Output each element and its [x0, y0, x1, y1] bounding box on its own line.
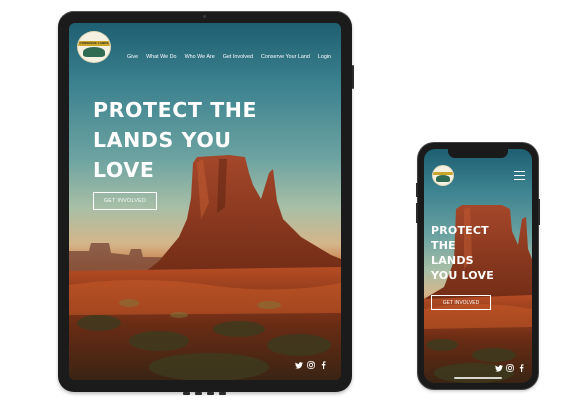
organization-logo[interactable]: [432, 165, 454, 186]
get-involved-button[interactable]: GET INVOLVED: [93, 192, 157, 210]
tablet-screen: CONSERVE LANDS Give What We Do Who We Ar…: [69, 23, 341, 380]
nav-conserve-your-land[interactable]: Conserve Your Land: [261, 54, 310, 60]
hero-line: LOVE: [93, 158, 155, 182]
phone-notch: [448, 149, 508, 158]
hero-line: PROTECT THE: [93, 98, 258, 122]
hero-line: LANDS: [431, 254, 474, 267]
facebook-icon[interactable]: [319, 361, 327, 369]
phone-frame: PROTECT THE LANDS YOU LOVE GET INVOLVED: [416, 143, 540, 389]
twitter-icon[interactable]: [495, 364, 503, 372]
tablet-frame: CONSERVE LANDS Give What We Do Who We Ar…: [58, 11, 354, 395]
hero-line: YOU LOVE: [431, 269, 494, 282]
hero-line: THE: [431, 239, 456, 252]
hero-line: LANDS YOU: [93, 128, 232, 152]
hero-headline: PROTECT THE LANDS YOU LOVE: [431, 223, 531, 283]
nav-what-we-do[interactable]: What We Do: [146, 54, 176, 60]
phone-screen: PROTECT THE LANDS YOU LOVE GET INVOLVED: [424, 149, 532, 383]
tablet-bottom-dots: [183, 392, 226, 395]
hero-line: PROTECT: [431, 224, 489, 237]
get-involved-button[interactable]: GET INVOLVED: [431, 295, 491, 310]
nav-get-involved[interactable]: Get Involved: [223, 54, 253, 60]
nav-who-we-are[interactable]: Who We Are: [185, 54, 215, 60]
nav-login[interactable]: Login: [318, 54, 331, 60]
logo-text: CONSERVE LANDS: [79, 41, 109, 45]
phone-home-indicator: [454, 377, 502, 379]
hamburger-menu-icon[interactable]: [514, 171, 525, 180]
main-navigation: Give What We Do Who We Are Get Involved …: [127, 54, 331, 60]
instagram-icon[interactable]: [506, 364, 514, 372]
social-links: [295, 361, 327, 369]
device-mockup-stage: CONSERVE LANDS Give What We Do Who We Ar…: [0, 0, 577, 406]
nav-give[interactable]: Give: [127, 54, 138, 60]
twitter-icon[interactable]: [295, 361, 303, 369]
tablet-camera: [203, 15, 206, 18]
organization-logo[interactable]: CONSERVE LANDS: [77, 31, 111, 63]
hero-headline: PROTECT THE LANDS YOU LOVE: [93, 95, 323, 185]
tablet-side-button: [352, 65, 354, 89]
facebook-icon[interactable]: [517, 364, 525, 372]
instagram-icon[interactable]: [307, 361, 315, 369]
social-links: [495, 364, 525, 372]
